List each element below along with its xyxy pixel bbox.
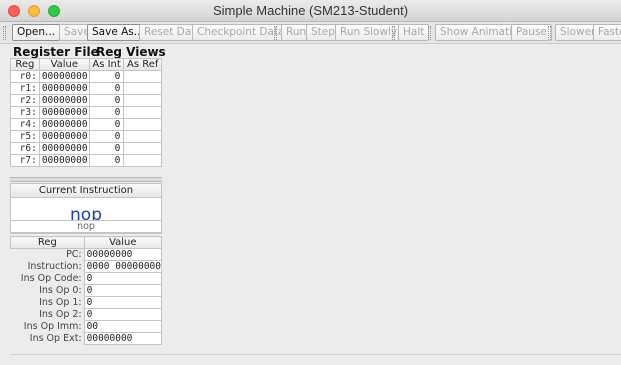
- register-name: r1:: [10, 82, 40, 95]
- register-name: r2:: [10, 94, 40, 107]
- register-value[interactable]: 00000000: [38, 70, 90, 83]
- ins-op-code-label: Ins Op Code:: [10, 272, 85, 285]
- pc-value[interactable]: 00000000: [83, 248, 163, 261]
- table-row: r3: 00000000 0: [10, 106, 162, 119]
- table-row: r6: 00000000 0: [10, 142, 162, 155]
- register-as-ref[interactable]: [123, 106, 162, 119]
- ins-op-2-value[interactable]: 0: [83, 308, 163, 321]
- toolbar: Open... Save Save As... Reset Data Check…: [0, 22, 621, 44]
- table-row: r1: 00000000 0: [10, 82, 162, 95]
- toolbar-grip-icon[interactable]: [274, 26, 277, 40]
- window-title: Simple Machine (SM213-Student): [212, 3, 409, 18]
- register-table-header: Reg Value As Int As Ref: [10, 58, 162, 71]
- halt-button[interactable]: Halt: [398, 24, 430, 41]
- register-value[interactable]: 00000000: [38, 130, 90, 143]
- instruction-value[interactable]: 0000 00000000: [83, 260, 163, 273]
- table-row: Ins Op Code: 0: [10, 272, 163, 285]
- ins-op-imm-label: Ins Op Imm:: [10, 320, 85, 333]
- register-file-title: Register File: [13, 45, 99, 59]
- table-row: Instruction: 0000 00000000: [10, 260, 163, 273]
- reg-views-title: Reg Views: [96, 45, 166, 59]
- ins-op-imm-value[interactable]: 00: [83, 320, 163, 333]
- register-as-int[interactable]: 0: [88, 130, 125, 143]
- register-value[interactable]: 00000000: [38, 94, 90, 107]
- register-value[interactable]: 00000000: [38, 142, 90, 155]
- faster-button[interactable]: Faste: [593, 24, 621, 41]
- table-row: Ins Op 2: 0: [10, 308, 163, 321]
- ins-op-ext-value[interactable]: 00000000: [83, 332, 163, 345]
- ins-op-code-value[interactable]: 0: [83, 272, 163, 285]
- pc-label: PC:: [10, 248, 85, 261]
- status-divider: [10, 354, 621, 355]
- register-as-int[interactable]: 0: [88, 154, 125, 167]
- register-as-int[interactable]: 0: [88, 106, 125, 119]
- register-as-ref[interactable]: [123, 118, 162, 131]
- column-header-value[interactable]: Value: [38, 58, 90, 71]
- register-as-ref[interactable]: [123, 82, 162, 95]
- table-row: r4: 00000000 0: [10, 118, 162, 131]
- current-instruction-title: Current Instruction: [11, 184, 161, 198]
- register-name: r7:: [10, 154, 40, 167]
- column-header-reg[interactable]: Reg: [10, 236, 85, 249]
- column-header-reg[interactable]: Reg: [10, 58, 40, 71]
- register-value[interactable]: 00000000: [38, 118, 90, 131]
- register-value[interactable]: 00000000: [38, 82, 90, 95]
- table-row: Ins Op 1: 0: [10, 296, 163, 309]
- split-pane-divider[interactable]: [10, 177, 162, 182]
- current-instruction-text: nop: [10, 220, 162, 233]
- register-as-ref[interactable]: [123, 94, 162, 107]
- table-row: r5: 00000000 0: [10, 130, 162, 143]
- column-header-as-ref[interactable]: As Ref: [123, 58, 162, 71]
- column-header-value[interactable]: Value: [83, 236, 163, 249]
- open-button[interactable]: Open...: [12, 24, 61, 41]
- register-as-ref[interactable]: [123, 130, 162, 143]
- ins-op-ext-label: Ins Op Ext:: [10, 332, 85, 345]
- instruction-label: Instruction:: [10, 260, 85, 273]
- register-as-int[interactable]: 0: [88, 118, 125, 131]
- ins-op-1-value[interactable]: 0: [83, 296, 163, 309]
- internal-table-header: Reg Value: [10, 236, 163, 249]
- table-row: r7: 00000000 0: [10, 154, 162, 167]
- toolbar-grip-icon[interactable]: [392, 26, 395, 40]
- toolbar-grip-icon[interactable]: [548, 26, 551, 40]
- ins-op-0-label: Ins Op 0:: [10, 284, 85, 297]
- title-bar: Simple Machine (SM213-Student): [0, 0, 621, 22]
- register-name: r4:: [10, 118, 40, 131]
- table-row: Ins Op 0: 0: [10, 284, 163, 297]
- register-name: r5:: [10, 130, 40, 143]
- table-row: r2: 00000000 0: [10, 94, 162, 107]
- register-as-int[interactable]: 0: [88, 94, 125, 107]
- register-as-ref[interactable]: [123, 142, 162, 155]
- register-file-table: Reg Value As Int As Ref r0: 00000000 0 r…: [10, 58, 162, 167]
- column-header-as-int[interactable]: As Int: [88, 58, 125, 71]
- ins-op-2-label: Ins Op 2:: [10, 308, 85, 321]
- pause-button[interactable]: Pause: [511, 24, 552, 41]
- register-as-int[interactable]: 0: [88, 82, 125, 95]
- table-row: r0: 00000000 0: [10, 70, 162, 83]
- table-row: Ins Op Ext: 00000000: [10, 332, 163, 345]
- register-as-int[interactable]: 0: [88, 142, 125, 155]
- register-as-ref[interactable]: [123, 70, 162, 83]
- toolbar-grip-icon[interactable]: [428, 26, 431, 40]
- register-as-ref[interactable]: [123, 154, 162, 167]
- internal-registers-table: Reg Value PC: 00000000 Instruction: 0000…: [10, 236, 163, 345]
- register-name: r6:: [10, 142, 40, 155]
- table-row: PC: 00000000: [10, 248, 163, 261]
- toolbar-grip-icon[interactable]: [3, 26, 6, 40]
- ins-op-0-value[interactable]: 0: [83, 284, 163, 297]
- register-name: r3:: [10, 106, 40, 119]
- register-as-int[interactable]: 0: [88, 70, 125, 83]
- register-value[interactable]: 00000000: [38, 106, 90, 119]
- register-value[interactable]: 00000000: [38, 154, 90, 167]
- table-row: Ins Op Imm: 00: [10, 320, 163, 333]
- register-name: r0:: [10, 70, 40, 83]
- ins-op-1-label: Ins Op 1:: [10, 296, 85, 309]
